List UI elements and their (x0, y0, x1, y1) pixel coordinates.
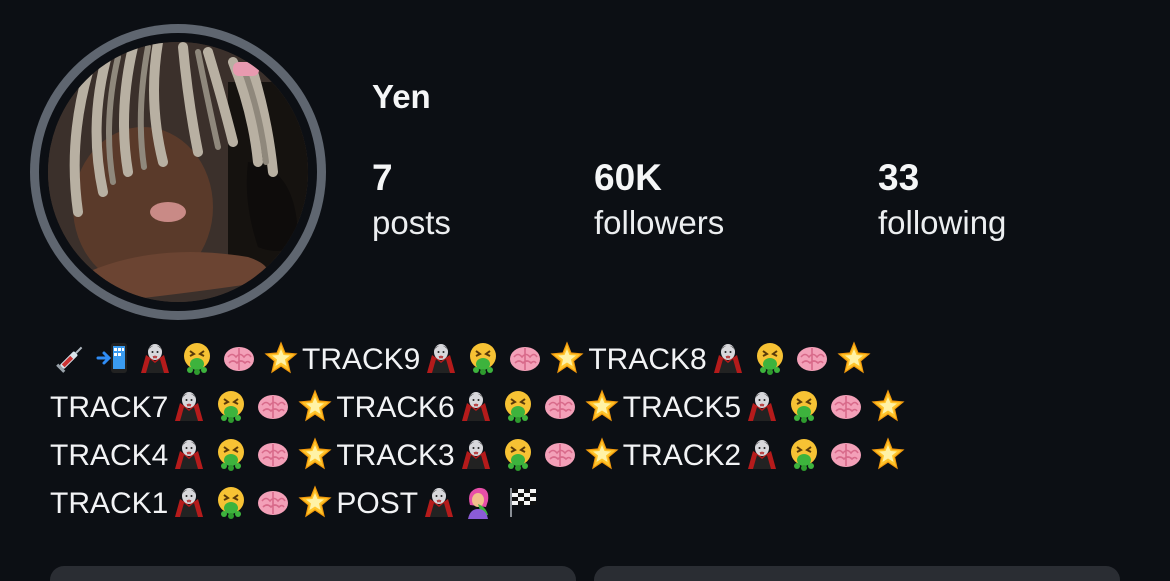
vomit-face-icon (214, 485, 248, 519)
vomit-face-icon (466, 341, 500, 375)
avatar-story-ring[interactable] (30, 24, 326, 320)
phone-arrow-icon (96, 341, 130, 375)
profile-page: Yen 7 posts 60K followers 33 following T… (0, 0, 1170, 581)
bio-text: TRACK9 (302, 343, 421, 376)
posts-count: 7 (372, 157, 393, 198)
brain-icon (222, 341, 256, 375)
avatar-photo (48, 42, 308, 302)
vampire-icon (172, 389, 206, 423)
brain-icon (543, 389, 577, 423)
star-icon (264, 341, 298, 375)
syringe-icon (54, 341, 88, 375)
stat-followers[interactable]: 60K followers (594, 156, 724, 246)
star-icon (298, 389, 332, 423)
avatar-ring-gap (39, 33, 317, 311)
bio-text: TRACK7 (50, 391, 169, 424)
bio-text: TRACK3 (336, 439, 455, 472)
bio-text: TRACK2 (622, 439, 742, 472)
brain-icon (795, 341, 829, 375)
posts-label: posts (372, 204, 451, 241)
vampire-icon (459, 437, 493, 471)
brain-icon (829, 389, 863, 423)
vomit-face-icon (753, 341, 787, 375)
brain-icon (256, 485, 290, 519)
vampire-icon (745, 437, 779, 471)
bio-text: TRACK8 (588, 343, 707, 376)
vampire-icon (745, 389, 779, 423)
star-icon (871, 437, 905, 471)
vomit-face-icon (214, 437, 248, 471)
following-label: following (878, 204, 1007, 241)
bio-text: TRACK1 (50, 487, 169, 520)
star-icon (298, 437, 332, 471)
vampire-icon (711, 341, 745, 375)
bio-line: TRACK1 POST (50, 480, 1130, 528)
followers-label: followers (594, 204, 725, 241)
vampire-icon (422, 485, 456, 519)
vampire-icon (459, 389, 493, 423)
star-icon (550, 341, 584, 375)
bio-line: TRACK9 TRACK8 (50, 336, 1130, 384)
star-icon (837, 341, 871, 375)
star-icon (298, 485, 332, 519)
vampire-icon (424, 341, 458, 375)
vomit-face-icon (214, 389, 248, 423)
avatar[interactable] (48, 42, 308, 302)
bio-line: TRACK7 TRACK6 TRACK5 (50, 384, 1130, 432)
star-icon (585, 437, 619, 471)
followers-count: 60K (594, 157, 662, 198)
vomit-face-icon (787, 437, 821, 471)
checkered-flag-icon (506, 485, 540, 519)
vampire-icon (138, 341, 172, 375)
woman-vomiting-icon (464, 485, 498, 519)
profile-bio: TRACK9 TRACK8 TRACK7 TRACK6 TRACK5 TRACK4 TRAC… (50, 336, 1130, 528)
vomit-face-icon (180, 341, 214, 375)
bio-text: TRACK6 (336, 391, 455, 424)
brain-icon (829, 437, 863, 471)
star-icon (871, 389, 905, 423)
brain-icon (256, 437, 290, 471)
message-button[interactable] (594, 566, 1120, 581)
vampire-icon (172, 437, 206, 471)
bio-line: TRACK4 TRACK3 TRACK2 (50, 432, 1130, 480)
profile-username: Yen (372, 78, 431, 115)
following-count: 33 (878, 157, 920, 198)
stat-following[interactable]: 33 following (878, 156, 1006, 246)
vampire-icon (172, 485, 206, 519)
bio-text: TRACK4 (50, 439, 169, 472)
brain-icon (508, 341, 542, 375)
vomit-face-icon (787, 389, 821, 423)
brain-icon (543, 437, 577, 471)
brain-icon (256, 389, 290, 423)
vomit-face-icon (501, 437, 535, 471)
follow-button[interactable] (50, 566, 576, 581)
star-icon (585, 389, 619, 423)
bio-text: POST (336, 487, 419, 520)
stat-posts[interactable]: 7 posts (372, 156, 451, 246)
bio-text: TRACK5 (622, 391, 742, 424)
vomit-face-icon (501, 389, 535, 423)
